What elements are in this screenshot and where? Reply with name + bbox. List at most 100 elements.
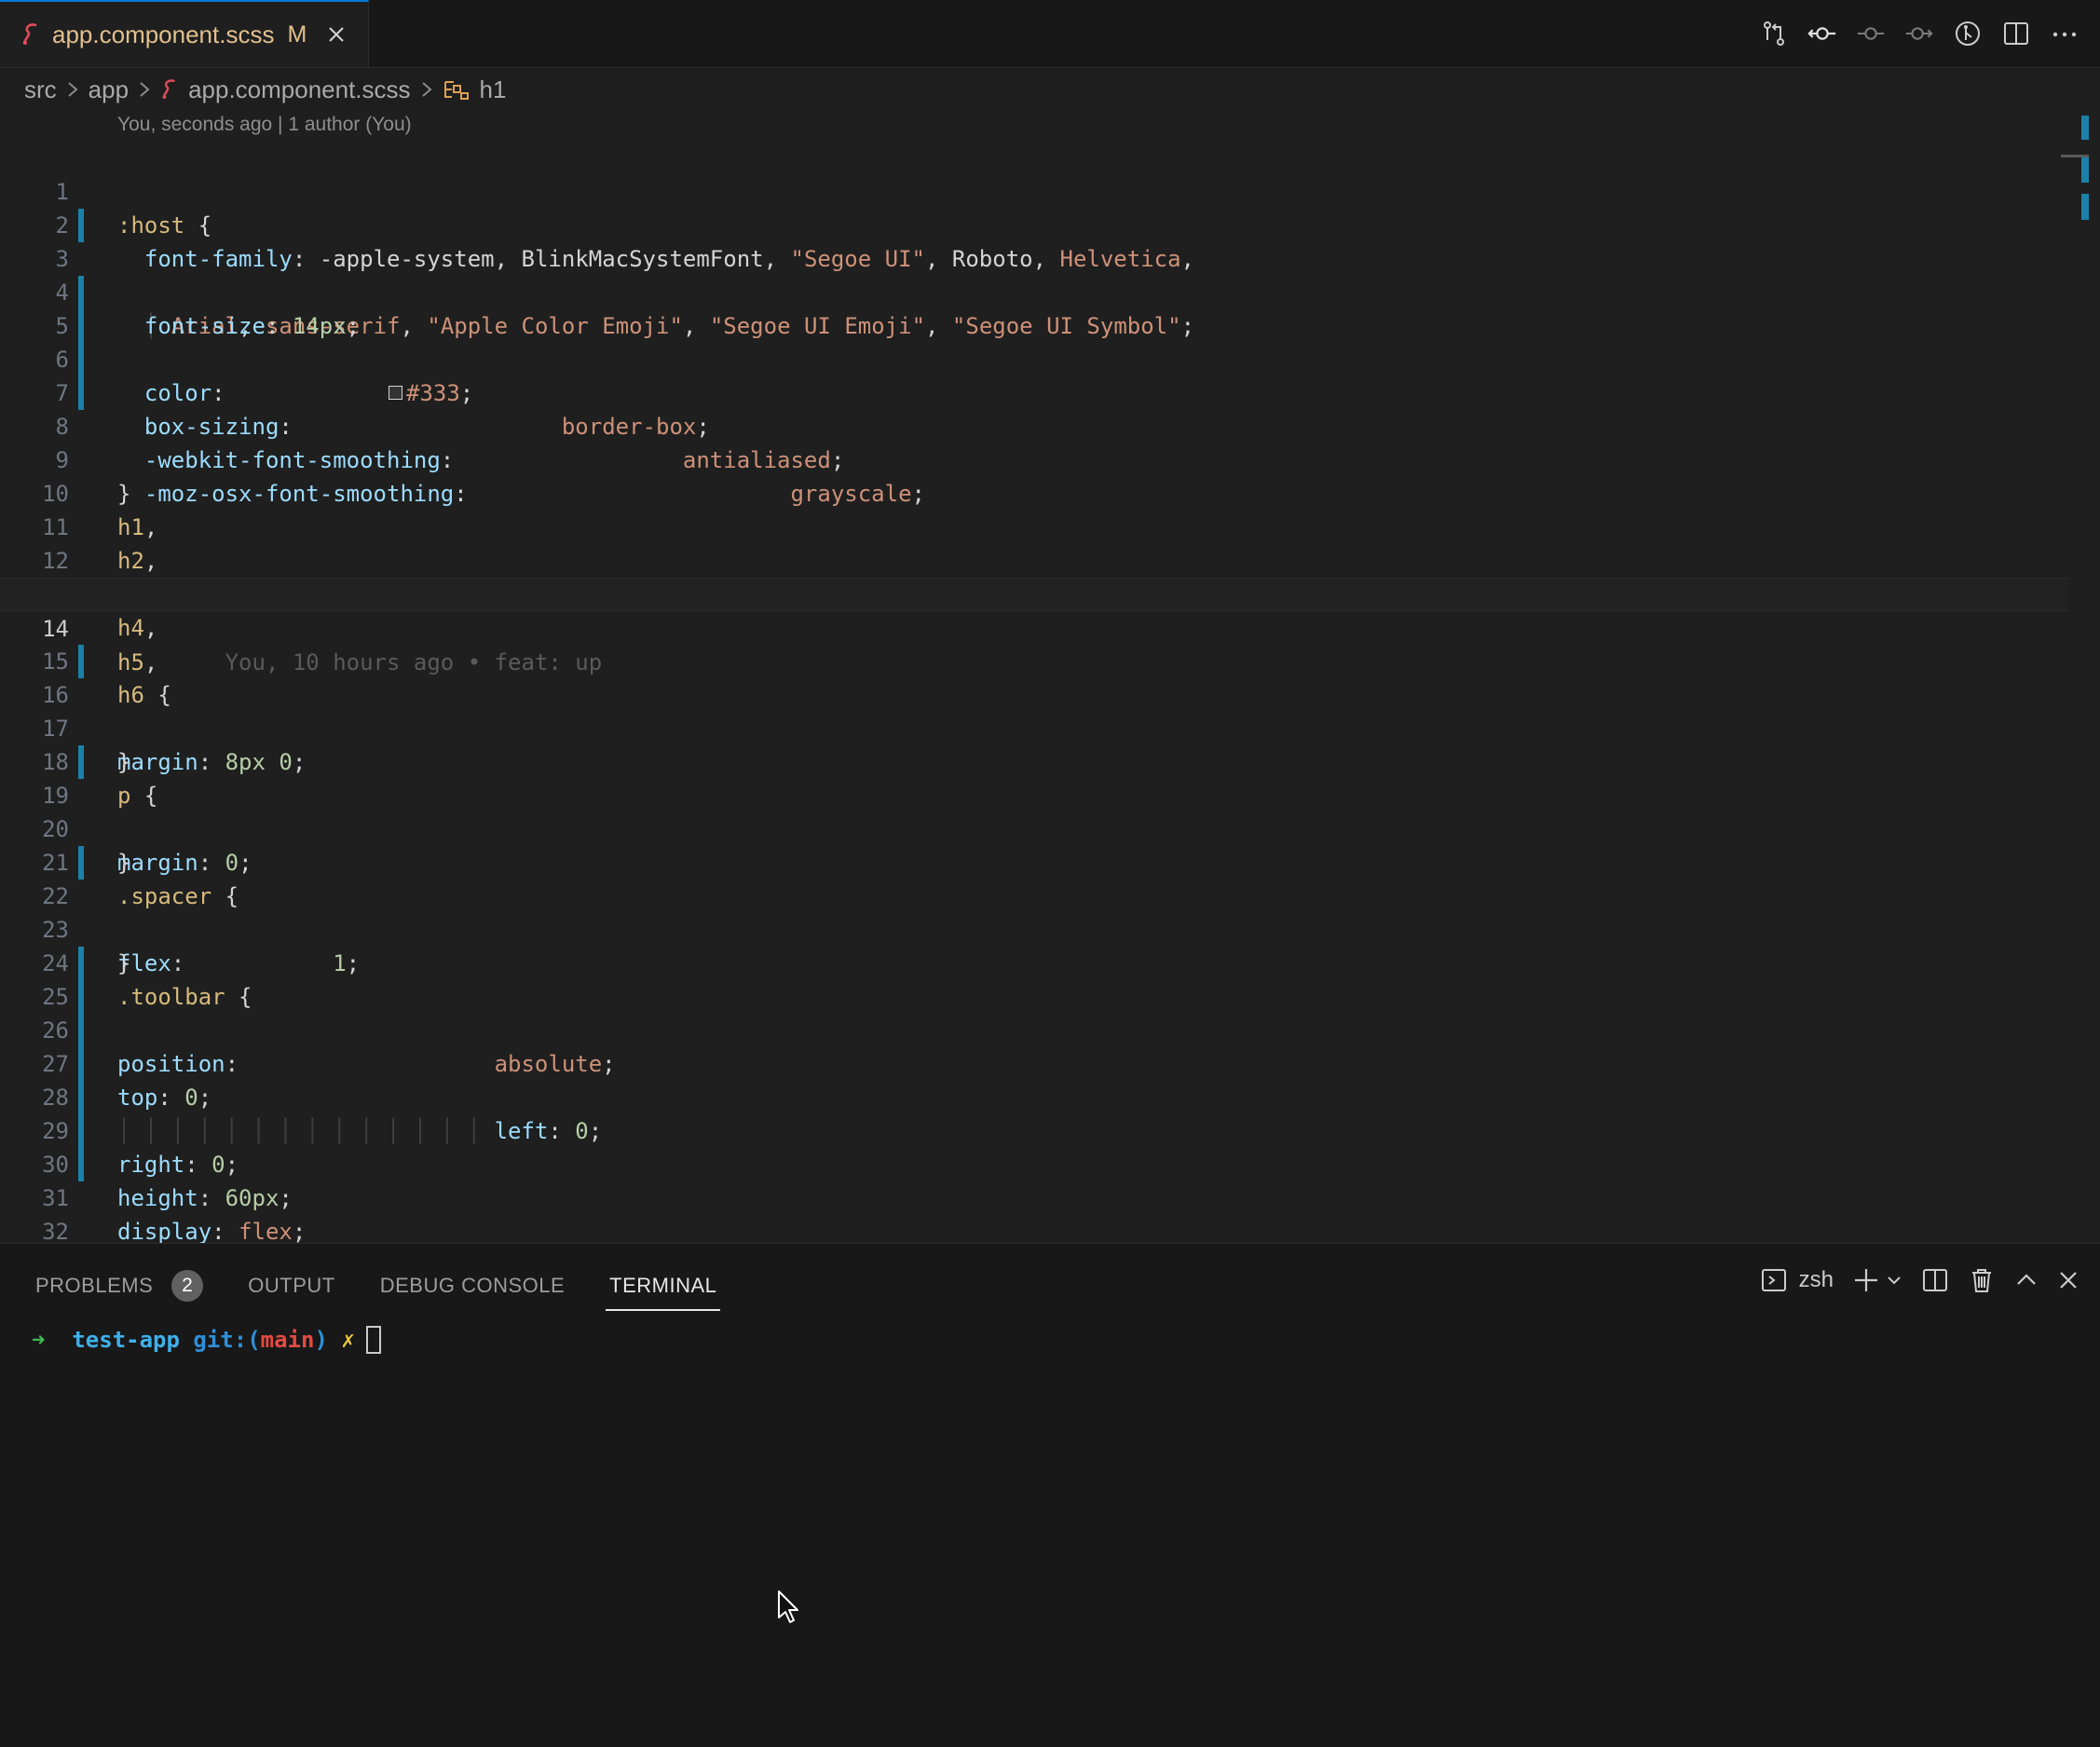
code-editor[interactable]: You, seconds ago | 1 author (You) 1 :hos… [0,110,2100,1312]
code-line[interactable]: 13 h4, [0,544,2068,641]
code-line[interactable]: 27 │ │ │ │ │ │ │ │ │ │ │ │ │ │ left: 0; [0,1014,2068,1144]
code-line[interactable]: 10 h1, [0,444,2068,540]
prompt-dirty-marker: ✗ [341,1327,355,1353]
breadcrumb-item-src[interactable]: src [24,75,57,104]
code-line[interactable]: 26 top: 0; [0,980,2068,1111]
code-line[interactable]: 28 right: 0; [0,1047,2068,1178]
code-line[interactable]: 19 margin: 0; [0,745,2068,876]
prompt-git-label: git:( [193,1327,261,1353]
modified-gutter-marker[interactable] [78,276,84,309]
code-line[interactable]: 8 -moz-osx-font-smoothing: grayscale; [0,376,2068,507]
trash-icon[interactable] [1968,1264,1996,1296]
code-line[interactable]: 31 align-items: center; [0,1148,2068,1278]
breadcrumb-item-app[interactable]: app [89,75,129,104]
code-line[interactable]: 12 h3, [0,511,2068,607]
breadcrumb-item-file[interactable]: app.component.scss [188,75,410,104]
modified-gutter-marker[interactable] [78,846,84,880]
change-marker [2081,194,2089,220]
code-line[interactable]: 16 margin: 8px 0; [0,645,2068,775]
bottom-panel: PROBLEMS 2 OUTPUT DEBUG CONSOLE TERMINAL… [0,1243,2100,1747]
blame-codelens[interactable]: You, seconds ago | 1 author (You) [117,114,412,136]
modified-gutter-marker[interactable] [78,209,84,242]
tab-label: OUTPUT [248,1274,335,1297]
code-line[interactable]: 17 } [0,678,2068,775]
breadcrumb-item-symbol[interactable]: h1 [480,75,507,104]
chevron-right-icon [66,80,79,99]
modified-gutter-marker[interactable] [78,343,84,376]
tab-label: DEBUG CONSOLE [379,1274,566,1297]
modified-gutter-marker[interactable] [78,309,84,343]
code-line[interactable]: 7 -webkit-font-smoothing: antialiased; [0,343,2068,473]
more-actions-icon[interactable] [2050,19,2080,48]
tab-app-component-scss[interactable]: app.component.scss M [0,0,369,67]
code-line[interactable]: 32 background-color: #1976d2; [0,1181,2068,1278]
scss-file-icon [20,22,41,47]
code-line[interactable]: 4 font-size: 14px; [0,242,2068,339]
terminal-area[interactable] [0,1365,2100,1738]
code-line[interactable]: 3 │ Arial, sans-serif, "Apple Color Emoj… [0,209,2068,339]
modified-gutter-marker[interactable] [78,980,84,1014]
new-terminal-icon[interactable] [1852,1264,1880,1296]
editor-tab-bar: app.component.scss M [0,0,2100,68]
modified-gutter-marker[interactable] [78,1114,84,1148]
split-terminal-icon[interactable] [1921,1264,1949,1296]
code-lines: 1 :host { 2 font-family: -apple-system, … [0,142,2068,1312]
mouse-pointer-icon [777,1590,801,1630]
code-line[interactable]: 23 } [0,880,2068,976]
overview-ruler[interactable] [2061,110,2089,1243]
code-line[interactable]: 1 :host { [0,142,2068,239]
tab-output[interactable]: OUTPUT [248,1266,334,1311]
timeline-icon[interactable] [1953,19,1983,48]
code-line[interactable]: 11 h2, [0,477,2068,574]
git-compare-icon[interactable] [1759,19,1789,48]
modified-gutter-marker[interactable] [78,645,84,678]
change-marker [2081,157,2089,183]
previous-change-icon[interactable] [1856,19,1886,48]
modified-gutter-marker[interactable] [78,745,84,779]
code-line[interactable]: 24 .toolbar { [0,913,2068,1010]
code-line-current[interactable]: 14 h5, You, 10 hours ago • feat: up [0,578,2068,676]
code-line[interactable]: 2 font-family: -apple-system, BlinkMacSy… [0,175,2068,272]
maximize-panel-icon[interactable] [2014,1264,2039,1296]
modified-gutter-marker[interactable] [78,1148,84,1181]
tab-problems[interactable]: PROBLEMS 2 [35,1262,204,1315]
scss-file-icon [160,78,179,101]
next-change-icon[interactable] [1904,19,1934,48]
editor-actions [1759,19,2080,48]
terminal-icon [1760,1266,1788,1294]
chevron-down-icon[interactable] [1886,1264,1902,1296]
tab-debug-console[interactable]: DEBUG CONSOLE [380,1266,565,1311]
tab-terminal[interactable]: TERMINAL [606,1266,721,1311]
modified-gutter-marker[interactable] [78,1014,84,1047]
code-line[interactable]: 9 } [0,410,2068,507]
code-line[interactable]: 15 h6 { [0,611,2068,708]
tab-label: TERMINAL [609,1274,717,1297]
prompt-branch: main [260,1327,315,1353]
code-line[interactable]: 30 display: flex; [0,1114,2068,1245]
code-line[interactable]: 22 flex: 1; [0,846,2068,976]
git-commit-icon[interactable] [1807,19,1837,48]
terminal-shell-selector[interactable]: zsh [1760,1264,1834,1296]
shell-name: zsh [1798,1267,1834,1292]
code-line[interactable]: 20 } [0,779,2068,876]
code-line[interactable]: 25 position: absolute; [0,947,2068,1077]
problems-count-badge: 2 [171,1270,204,1302]
prompt-git-close: ) [314,1327,328,1353]
prompt-arrow: ➜ [32,1327,46,1353]
modified-gutter-marker[interactable] [78,1081,84,1114]
modified-gutter-marker[interactable] [78,947,84,980]
tab-label: PROBLEMS [35,1274,154,1297]
modified-gutter-marker[interactable] [78,376,84,410]
terminal-prompt[interactable]: ➜ test-app git:(main) ✗ [32,1326,381,1354]
close-panel-icon[interactable] [2057,1264,2080,1296]
terminal-cursor [365,1326,381,1354]
code-line[interactable]: 5 color: #333; [0,276,2068,406]
symbol-selector-icon [443,78,470,101]
code-line[interactable]: 18 p { [0,712,2068,809]
code-line[interactable]: 29 height: 60px; [0,1081,2068,1211]
modified-gutter-marker[interactable] [78,1047,84,1081]
code-line[interactable]: 6 box-sizing: border-box; [0,309,2068,440]
split-editor-icon[interactable] [2001,19,2031,48]
close-icon[interactable] [323,21,349,48]
code-line[interactable]: 21 .spacer { [0,812,2068,909]
